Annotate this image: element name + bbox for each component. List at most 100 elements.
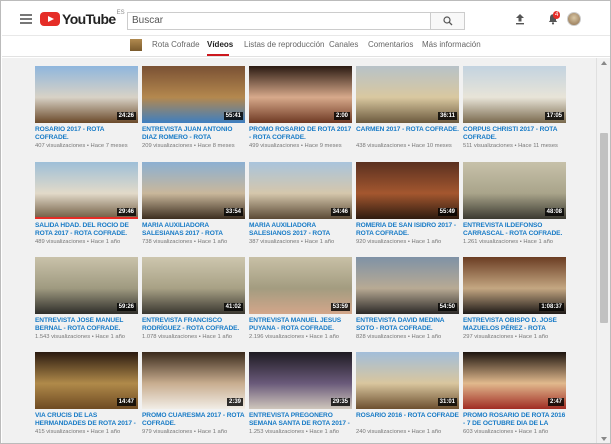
video-card[interactable]: 24:26 ROSARIO 2017 - ROTA COFRADE. 407 vis… bbox=[35, 66, 138, 150]
video-card[interactable]: 2:39 PROMO CUARESMA 2017 - ROTA COFRADE. 9… bbox=[142, 352, 245, 436]
video-meta: 240 visualizaciones • Hace 1 año bbox=[356, 429, 459, 436]
tab-playlists[interactable]: Listas de reproducción bbox=[244, 40, 325, 49]
video-thumbnail[interactable]: 59:26 bbox=[35, 257, 138, 314]
video-title[interactable]: CARMEN 2017 - ROTA COFRADE. bbox=[356, 126, 459, 142]
video-duration: 55:41 bbox=[223, 112, 243, 120]
video-thumbnail[interactable]: 55:49 bbox=[356, 162, 459, 219]
upload-icon[interactable] bbox=[514, 13, 526, 25]
video-card[interactable]: 41:02 ENTREVISTA FRANCISCO RODRÍGUEZ - RO… bbox=[142, 257, 245, 341]
video-card[interactable]: 55:41 ENTREVISTA JUAN ANTONIO DIAZ ROMERO… bbox=[142, 66, 245, 150]
video-title[interactable]: VIA CRUCIS DE LAS HERMANDADES DE ROTA 20… bbox=[35, 412, 138, 428]
video-age: Hace 1 año bbox=[197, 429, 228, 435]
video-thumbnail[interactable]: 53:59 bbox=[249, 257, 352, 314]
video-card[interactable]: 55:49 ROMERÍA DE SAN ISIDRO 2017 - ROTA C… bbox=[356, 162, 459, 246]
video-thumbnail[interactable]: 2:47 bbox=[463, 352, 566, 409]
channel-avatar[interactable] bbox=[130, 39, 142, 51]
video-title[interactable]: PROMO ROSARIO DE ROTA 2016 - 7 DE OCTUBR… bbox=[463, 412, 566, 428]
video-thumbnail[interactable]: 29:35 bbox=[249, 352, 352, 409]
video-meta: 438 visualizaciones • Hace 10 meses bbox=[356, 143, 459, 150]
video-title[interactable]: ENTREVISTA PREGONERO SEMANA SANTA DE ROT… bbox=[249, 412, 352, 428]
video-card[interactable]: 29:35 ENTREVISTA PREGONERO SEMANA SANTA D… bbox=[249, 352, 352, 436]
tab-rota-cofrade[interactable]: Rota Cofrade bbox=[152, 40, 200, 49]
scroll-down-arrow-icon[interactable] bbox=[601, 437, 607, 441]
video-meta: 489 visualizaciones • Hace 1 año bbox=[35, 239, 138, 246]
video-title[interactable]: ENTREVISTA OBISPO D. JOSÉ MAZUELOS PÉREZ… bbox=[463, 317, 566, 333]
scroll-up-arrow-icon[interactable] bbox=[601, 61, 607, 65]
video-age: Hace 1 año bbox=[518, 429, 549, 435]
video-card[interactable]: 59:26 ENTREVISTA JOSÉ MANUEL BERNAL - ROT… bbox=[35, 257, 138, 341]
video-title[interactable]: ENTREVISTA DAVID MEDINA SOTO - ROTA COFR… bbox=[356, 317, 459, 333]
video-duration: 29:35 bbox=[330, 398, 350, 406]
video-thumbnail[interactable]: 34:46 bbox=[249, 162, 352, 219]
video-card[interactable]: 2:47 PROMO ROSARIO DE ROTA 2016 - 7 DE OC… bbox=[463, 352, 566, 436]
video-title[interactable]: ROSARIO 2016 - ROTA COFRADE bbox=[356, 412, 459, 428]
video-age: Hace 1 año bbox=[90, 429, 121, 435]
video-age: Hace 10 meses bbox=[411, 143, 452, 149]
video-title[interactable]: ENTREVISTA JOSÉ MANUEL BERNAL - ROTA COF… bbox=[35, 317, 138, 333]
video-title[interactable]: SALIDA HDAD. DEL ROCÍO DE ROTA 2017 - RO… bbox=[35, 222, 138, 238]
video-thumbnail[interactable]: 2:00 bbox=[249, 66, 352, 123]
video-card[interactable]: 36:11 CARMEN 2017 - ROTA COFRADE. 438 visu… bbox=[356, 66, 459, 150]
video-meta: 415 visualizaciones • Hace 1 año bbox=[35, 429, 138, 436]
video-duration: 36:11 bbox=[437, 112, 457, 120]
video-title[interactable]: ENTREVISTA ILDEFONSO CARRASCAL - ROTA CO… bbox=[463, 222, 566, 238]
video-thumbnail[interactable]: 48:08 bbox=[463, 162, 566, 219]
video-thumbnail[interactable]: 33:54 bbox=[142, 162, 245, 219]
search-button[interactable] bbox=[431, 12, 465, 30]
video-card[interactable]: 54:50 ENTREVISTA DAVID MEDINA SOTO - ROTA… bbox=[356, 257, 459, 341]
video-card[interactable]: 2:00 PROMO ROSARIO DE ROTA 2017 - ROTA CO… bbox=[249, 66, 352, 150]
video-thumbnail[interactable]: 1:08:37 bbox=[463, 257, 566, 314]
video-title[interactable]: CORPUS CHRISTI 2017 - ROTA COFRADE. bbox=[463, 126, 566, 142]
youtube-logo[interactable]: YouTube ES bbox=[40, 10, 125, 27]
video-title[interactable]: MARÍA AUXILIADORA SALESIANAS 2017 - ROTA… bbox=[142, 222, 245, 238]
video-title[interactable]: ENTREVISTA JUAN ANTONIO DIAZ ROMERO - RO… bbox=[142, 126, 245, 142]
video-views: 1.261 visualizaciones bbox=[463, 239, 519, 245]
video-title[interactable]: MARÍA AUXILIADORA SALESIANOS 2017 - ROTA… bbox=[249, 222, 352, 238]
video-views: 387 visualizaciones bbox=[249, 239, 300, 245]
video-thumbnail[interactable]: 31:01 bbox=[356, 352, 459, 409]
video-duration: 41:02 bbox=[223, 303, 243, 311]
video-card[interactable]: 29:46 SALIDA HDAD. DEL ROCÍO DE ROTA 2017… bbox=[35, 162, 138, 246]
video-card[interactable]: 48:08 ENTREVISTA ILDEFONSO CARRASCAL - RO… bbox=[463, 162, 566, 246]
channel-tabs: Rota Cofrade Vídeos Listas de reproducci… bbox=[2, 37, 610, 57]
video-age: Hace 1 año bbox=[95, 334, 126, 340]
video-age: Hace 1 año bbox=[304, 239, 335, 245]
tab-about[interactable]: Más información bbox=[422, 40, 481, 49]
video-thumbnail[interactable]: 36:11 bbox=[356, 66, 459, 123]
video-card[interactable]: 53:59 ENTREVISTA MANUEL JESÚS PUYANA - RO… bbox=[249, 257, 352, 341]
video-thumbnail[interactable]: 14:47 bbox=[35, 352, 138, 409]
video-card[interactable]: 14:47 VIA CRUCIS DE LAS HERMANDADES DE RO… bbox=[35, 352, 138, 436]
play-logo-icon bbox=[40, 12, 60, 26]
video-thumbnail[interactable]: 55:41 bbox=[142, 66, 245, 123]
tab-videos[interactable]: Vídeos bbox=[207, 40, 233, 49]
video-title[interactable]: PROMO CUARESMA 2017 - ROTA COFRADE. bbox=[142, 412, 245, 428]
video-duration: 53:59 bbox=[330, 303, 350, 311]
video-card[interactable]: 31:01 ROSARIO 2016 - ROTA COFRADE 240 visu… bbox=[356, 352, 459, 436]
video-age: Hace 9 meses bbox=[304, 143, 342, 149]
video-thumbnail[interactable]: 54:50 bbox=[356, 257, 459, 314]
video-card[interactable]: 17:05 CORPUS CHRISTI 2017 - ROTA COFRADE.… bbox=[463, 66, 566, 150]
video-title[interactable]: ENTREVISTA MANUEL JESÚS PUYANA - ROTA CO… bbox=[249, 317, 352, 333]
video-views: 738 visualizaciones bbox=[142, 239, 193, 245]
video-title[interactable]: ROSARIO 2017 - ROTA COFRADE. bbox=[35, 126, 138, 142]
video-thumbnail[interactable]: 24:26 bbox=[35, 66, 138, 123]
tab-comments[interactable]: Comentarios bbox=[368, 40, 413, 49]
video-age: Hace 1 año bbox=[202, 334, 233, 340]
video-title[interactable]: ENTREVISTA FRANCISCO RODRÍGUEZ - ROTA CO… bbox=[142, 317, 245, 333]
search-input[interactable]: Buscar bbox=[127, 12, 431, 30]
video-card[interactable]: 33:54 MARÍA AUXILIADORA SALESIANAS 2017 -… bbox=[142, 162, 245, 246]
video-title[interactable]: PROMO ROSARIO DE ROTA 2017 - ROTA COFRAD… bbox=[249, 126, 352, 142]
video-card[interactable]: 1:08:37 ENTREVISTA OBISPO D. JOSÉ MAZUELO… bbox=[463, 257, 566, 341]
video-title[interactable]: ROMERÍA DE SAN ISIDRO 2017 - ROTA COFRAD… bbox=[356, 222, 459, 238]
video-thumbnail[interactable]: 29:46 bbox=[35, 162, 138, 219]
video-duration: 29:46 bbox=[116, 208, 136, 216]
video-thumbnail[interactable]: 41:02 bbox=[142, 257, 245, 314]
avatar[interactable] bbox=[567, 12, 581, 26]
video-card[interactable]: 34:46 MARÍA AUXILIADORA SALESIANOS 2017 -… bbox=[249, 162, 352, 246]
scrollbar-thumb[interactable] bbox=[600, 133, 608, 323]
tab-channels[interactable]: Canales bbox=[329, 40, 358, 49]
video-thumbnail[interactable]: 17:05 bbox=[463, 66, 566, 123]
video-thumbnail[interactable]: 2:39 bbox=[142, 352, 245, 409]
menu-icon[interactable] bbox=[20, 14, 32, 24]
scrollbar[interactable] bbox=[596, 58, 610, 443]
